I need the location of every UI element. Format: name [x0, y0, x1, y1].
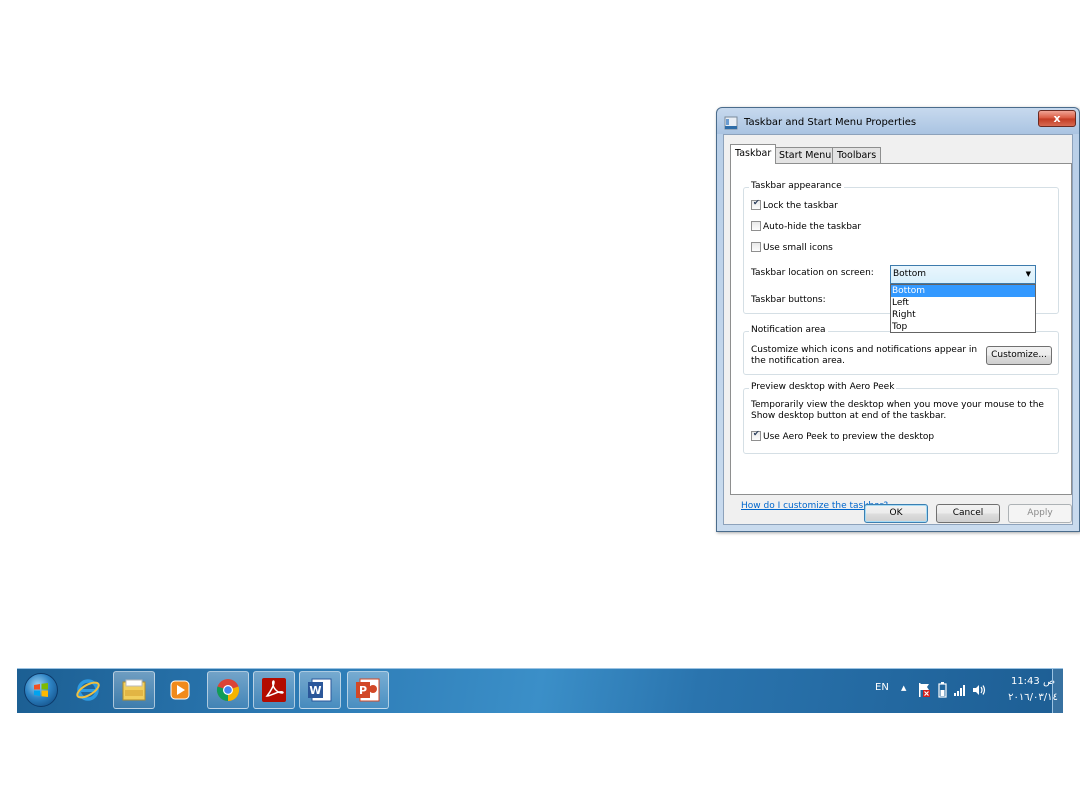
- tab-taskbar[interactable]: Taskbar: [730, 144, 777, 164]
- tab-toolbars[interactable]: Toolbars: [832, 147, 882, 163]
- show-hidden-icons-button[interactable]: ▲: [901, 684, 906, 692]
- chrome-icon: [216, 679, 240, 702]
- svg-text:P: P: [359, 684, 367, 697]
- ok-button[interactable]: OK: [864, 504, 928, 523]
- windows-taskbar: W P EN ▲ 11:43 ص ٢٠١٦/٠٣/١٤: [17, 668, 1063, 713]
- apply-button[interactable]: Apply: [1008, 504, 1072, 523]
- close-button[interactable]: x: [1038, 110, 1076, 127]
- checkbox-checked-icon[interactable]: [751, 198, 761, 210]
- small-icons-checkbox[interactable]: Use small icons: [751, 242, 833, 253]
- adobe-reader-icon: [262, 678, 286, 702]
- taskbar-location-value: Bottom: [893, 269, 927, 279]
- taskbar-windows-explorer[interactable]: [113, 671, 155, 709]
- taskbar-chrome[interactable]: [207, 671, 249, 709]
- location-label: Taskbar location on screen:: [751, 268, 874, 278]
- group-title-notification: Notification area: [749, 325, 828, 335]
- action-center-flag-icon[interactable]: [917, 682, 931, 698]
- taskbar-internet-explorer[interactable]: [67, 671, 109, 709]
- aero-peek-group: Preview desktop with Aero Peek Temporari…: [743, 382, 1059, 454]
- start-button[interactable]: [24, 673, 58, 707]
- taskbar-powerpoint[interactable]: P: [347, 671, 389, 709]
- dialog-title: Taskbar and Start Menu Properties: [744, 117, 917, 128]
- notification-area-group: Notification area Customize which icons …: [743, 325, 1059, 375]
- use-aero-peek-label: Use Aero Peek to preview the desktop: [763, 432, 935, 442]
- taskbar-word[interactable]: W: [299, 671, 341, 709]
- auto-hide-label: Auto-hide the taskbar: [763, 222, 862, 232]
- taskbar-appearance-group: Taskbar appearance Lock the taskbar Auto…: [743, 181, 1059, 333]
- option-top[interactable]: Top: [891, 321, 1035, 333]
- dialog-client-area: Taskbar Start Menu Toolbars Taskbar appe…: [723, 134, 1073, 525]
- option-bottom[interactable]: Bottom: [891, 285, 1035, 297]
- tab-start-menu[interactable]: Start Menu: [774, 147, 837, 163]
- taskbar-properties-icon: [724, 116, 738, 130]
- taskbar-adobe-reader[interactable]: [253, 671, 295, 709]
- option-left[interactable]: Left: [891, 297, 1035, 309]
- media-player-icon: [170, 680, 190, 700]
- taskbar-location-options: Bottom Left Right Top: [890, 284, 1036, 333]
- group-title-appearance: Taskbar appearance: [749, 181, 844, 191]
- lock-taskbar-label: Lock the taskbar: [763, 201, 838, 211]
- powerpoint-icon: P: [356, 678, 380, 702]
- windows-logo-icon: [34, 683, 48, 697]
- use-aero-peek-checkbox[interactable]: Use Aero Peek to preview the desktop: [751, 429, 935, 442]
- word-icon: W: [308, 678, 332, 702]
- small-icons-label: Use small icons: [763, 243, 833, 253]
- volume-icon[interactable]: [972, 683, 986, 697]
- auto-hide-checkbox[interactable]: Auto-hide the taskbar: [751, 221, 861, 232]
- svg-text:W: W: [309, 684, 321, 697]
- internet-explorer-icon: [76, 679, 100, 701]
- group-title-aero-peek: Preview desktop with Aero Peek: [749, 382, 897, 392]
- battery-icon[interactable]: [938, 681, 947, 699]
- taskbar-media-player[interactable]: [159, 671, 201, 709]
- checkbox-checked-icon[interactable]: [751, 429, 761, 441]
- network-signal-icon[interactable]: [953, 683, 967, 697]
- checkbox-unchecked-icon[interactable]: [751, 242, 761, 252]
- taskbar-location-select[interactable]: Bottom ▼: [890, 265, 1036, 284]
- chevron-down-icon[interactable]: ▼: [1026, 266, 1031, 283]
- notification-description: Customize which icons and notifications …: [751, 345, 978, 366]
- customize-button[interactable]: Customize...: [986, 346, 1052, 365]
- lock-taskbar-checkbox[interactable]: Lock the taskbar: [751, 198, 838, 211]
- folder-icon: [122, 679, 146, 701]
- taskbar-properties-dialog: Taskbar and Start Menu Properties x Task…: [716, 107, 1080, 532]
- checkbox-unchecked-icon[interactable]: [751, 221, 761, 231]
- show-desktop-button[interactable]: [1052, 669, 1063, 713]
- taskbar-tab-panel: Taskbar appearance Lock the taskbar Auto…: [730, 163, 1072, 511]
- aero-peek-description: Temporarily view the desktop when you mo…: [751, 400, 1044, 421]
- option-right[interactable]: Right: [891, 309, 1035, 321]
- language-indicator[interactable]: EN: [875, 682, 889, 693]
- cancel-button[interactable]: Cancel: [936, 504, 1000, 523]
- taskbar-buttons-label: Taskbar buttons:: [751, 295, 826, 305]
